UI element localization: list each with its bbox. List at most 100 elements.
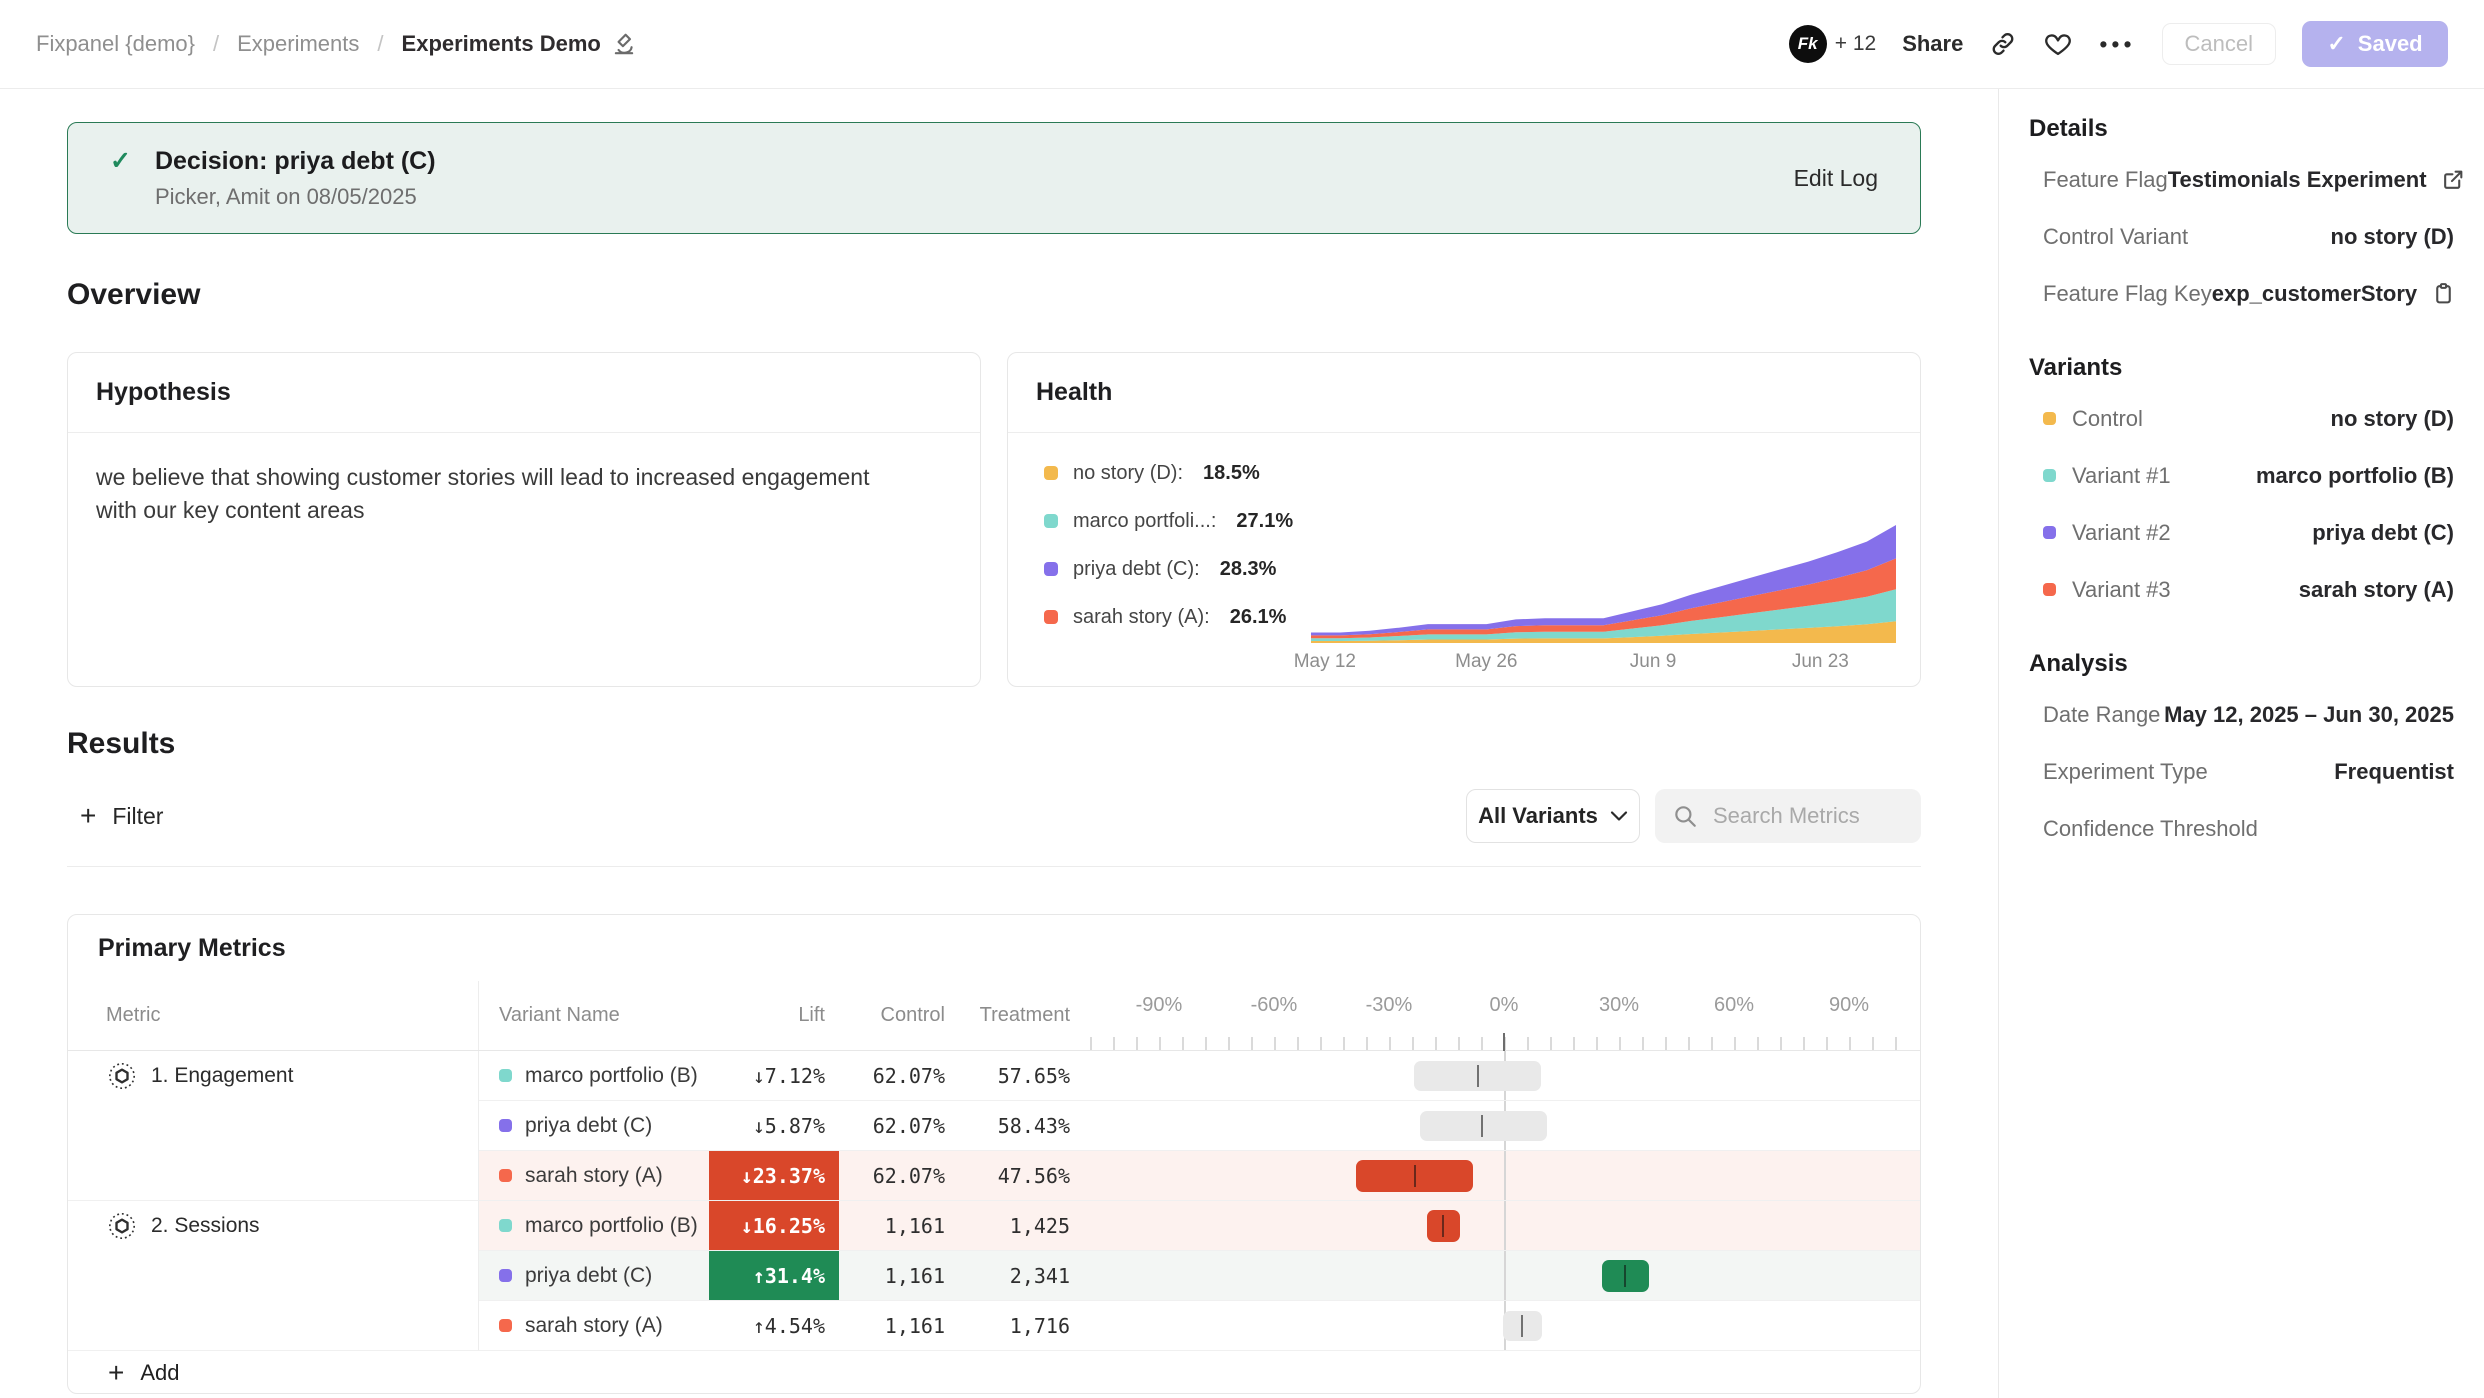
variant-swatch-icon: [499, 1319, 512, 1332]
lift-cell: ↓7.12%: [709, 1051, 839, 1100]
add-filter-button[interactable]: + Filter: [80, 789, 163, 843]
details-sidebar: DetailsFeature FlagTestimonials Experime…: [1998, 89, 2484, 1398]
lift-axis-zero-tick: [1503, 1033, 1505, 1051]
metric-cell[interactable]: 1. Engagement: [68, 1051, 479, 1201]
sidebar-section-details: DetailsFeature FlagTestimonials Experime…: [2029, 107, 2454, 322]
top-bar-actions: Fk + 12 Share ••• Cancel ✓ Saved: [1789, 21, 2448, 67]
saved-check-icon: ✓: [2327, 31, 2345, 57]
results-divider: [67, 866, 1921, 867]
treatment-cell: 47.56%: [959, 1151, 1084, 1200]
lift-cell: ↓16.25%: [709, 1201, 839, 1250]
metric-group: 1. Engagement marco portfolio (B)↓7.12%62…: [68, 1051, 1920, 1201]
variant-swatch-icon: [499, 1069, 512, 1082]
variant-cell: marco portfolio (B): [479, 1201, 709, 1250]
breadcrumb-separator: /: [377, 31, 383, 57]
breadcrumb-item-0[interactable]: Fixpanel {demo}: [36, 31, 195, 57]
sidebar-row-value: exp_customerStory: [2212, 281, 2456, 307]
variant-name: sarah story (A): [525, 1164, 663, 1188]
breadcrumb-current[interactable]: Experiments Demo: [402, 31, 637, 57]
variant-swatch-icon: [499, 1169, 512, 1182]
main-content: ✓ Decision: priya debt (C) Picker, Amit …: [0, 89, 1998, 1398]
axis-tick-label: 0%: [1490, 994, 1519, 1017]
column-header-lift: Lift: [709, 981, 839, 1050]
legend-swatch-icon: [1044, 562, 1058, 576]
variant-cell: priya debt (C): [479, 1251, 709, 1300]
health-legend-item: marco portfoli...: 27.1%: [1044, 497, 1293, 545]
legend-label: sarah story (A):: [1073, 606, 1210, 629]
control-cell: 1,161: [839, 1201, 959, 1250]
copy-link-icon[interactable]: [1989, 30, 2017, 58]
table-row[interactable]: sarah story (A)↓23.37%62.07%47.56%: [479, 1151, 1920, 1201]
confidence-interval-cell: [1084, 1151, 1920, 1200]
axis-tick-label: -60%: [1251, 994, 1298, 1017]
sidebar-row-value: Frequentist: [2334, 759, 2454, 785]
x-axis-label: Jun 9: [1630, 651, 1676, 673]
plus-icon: +: [80, 802, 96, 830]
decision-banner: ✓ Decision: priya debt (C) Picker, Amit …: [67, 122, 1921, 234]
sidebar-heading-details: Details: [2029, 107, 2454, 151]
variants-dropdown-value: All Variants: [1478, 803, 1598, 829]
add-metric-button[interactable]: + Add: [68, 1351, 1920, 1394]
share-button[interactable]: Share: [1902, 31, 1963, 57]
more-options-icon[interactable]: •••: [2099, 33, 2135, 56]
axis-tick-label: -90%: [1136, 994, 1183, 1017]
variant-swatch-icon: [2043, 526, 2056, 539]
cancel-button[interactable]: Cancel: [2162, 23, 2276, 65]
metric-name: 1. Engagement: [151, 1062, 293, 1090]
avatar-group[interactable]: Fk + 12: [1789, 25, 1876, 63]
variant-cell: sarah story (A): [479, 1301, 709, 1350]
variant-cell: priya debt (C): [479, 1101, 709, 1150]
favorite-heart-icon[interactable]: [2043, 30, 2073, 58]
control-cell: 62.07%: [839, 1151, 959, 1200]
axis-tick-label: 30%: [1599, 994, 1639, 1017]
sidebar-row-value: marco portfolio (B): [2256, 463, 2454, 489]
health-legend: no story (D):18.5%marco portfoli...:27.1…: [1044, 449, 1293, 641]
confidence-interval-midpoint: [1477, 1065, 1479, 1087]
metric-name: 2. Sessions: [151, 1212, 260, 1240]
sidebar-row-value: sarah story (A): [2299, 577, 2454, 603]
decision-check-icon: ✓: [110, 146, 131, 176]
sidebar-row-date-range: Date RangeMay 12, 2025 – Jun 30, 2025: [2029, 686, 2454, 743]
legend-value: 27.1%: [1236, 510, 1293, 533]
search-icon: [1672, 803, 1698, 829]
breadcrumb: Fixpanel {demo}/Experiments/Experiments …: [36, 31, 637, 57]
column-header-control: Control: [839, 981, 959, 1050]
sidebar-row-label: Feature Flag: [2029, 167, 2168, 193]
table-row[interactable]: marco portfolio (B)↓16.25%1,1611,425: [479, 1201, 1920, 1251]
chevron-down-icon: [1610, 810, 1628, 822]
breadcrumb-item-1[interactable]: Experiments: [237, 31, 359, 57]
metric-group: 2. Sessions marco portfolio (B)↓16.25%1,1…: [68, 1201, 1920, 1351]
control-cell: 62.07%: [839, 1101, 959, 1150]
metric-variant-rows: marco portfolio (B)↓16.25%1,1611,425priy…: [479, 1201, 1920, 1351]
sidebar-row-value: Testimonials Experiment: [2168, 167, 2466, 193]
control-cell: 62.07%: [839, 1051, 959, 1100]
clipboard-icon[interactable]: [2431, 281, 2456, 306]
avatar[interactable]: Fk: [1789, 25, 1827, 63]
edit-log-button[interactable]: Edit Log: [1794, 165, 1878, 192]
x-axis-label: May 26: [1455, 651, 1517, 673]
metric-cell[interactable]: 2. Sessions: [68, 1201, 479, 1351]
sidebar-row-label: Variant #2: [2072, 520, 2171, 546]
treatment-cell: 1,425: [959, 1201, 1084, 1250]
decision-title: Decision: priya debt (C): [155, 147, 436, 176]
legend-label: marco portfoli...:: [1073, 510, 1216, 533]
table-row[interactable]: priya debt (C)↓5.87%62.07%58.43%: [479, 1101, 1920, 1151]
sidebar-section-analysis: AnalysisDate RangeMay 12, 2025 – Jun 30,…: [2029, 642, 2454, 857]
table-row[interactable]: marco portfolio (B)↓7.12%62.07%57.65%: [479, 1051, 1920, 1101]
variants-dropdown[interactable]: All Variants: [1466, 789, 1640, 843]
filter-label: Filter: [112, 803, 163, 830]
confidence-interval-midpoint: [1521, 1315, 1523, 1337]
sidebar-row-control: Controlno story (D): [2029, 390, 2454, 447]
sidebar-row-feature-flag: Feature FlagTestimonials Experiment: [2029, 151, 2454, 208]
external-link-icon[interactable]: [2441, 167, 2466, 192]
table-row[interactable]: priya debt (C)↑31.4%1,1612,341: [479, 1251, 1920, 1301]
confidence-interval-cell: [1084, 1051, 1920, 1100]
saved-button[interactable]: ✓ Saved: [2302, 21, 2448, 67]
legend-value: 28.3%: [1220, 558, 1277, 581]
table-row[interactable]: sarah story (A)↑4.54%1,1611,716: [479, 1301, 1920, 1351]
lift-cell: ↓5.87%: [709, 1101, 839, 1150]
sidebar-row-label: Control Variant: [2029, 224, 2188, 250]
confidence-interval-midpoint: [1481, 1115, 1483, 1137]
confidence-interval-bar: [1420, 1111, 1547, 1141]
add-metric-label: Add: [140, 1360, 179, 1386]
